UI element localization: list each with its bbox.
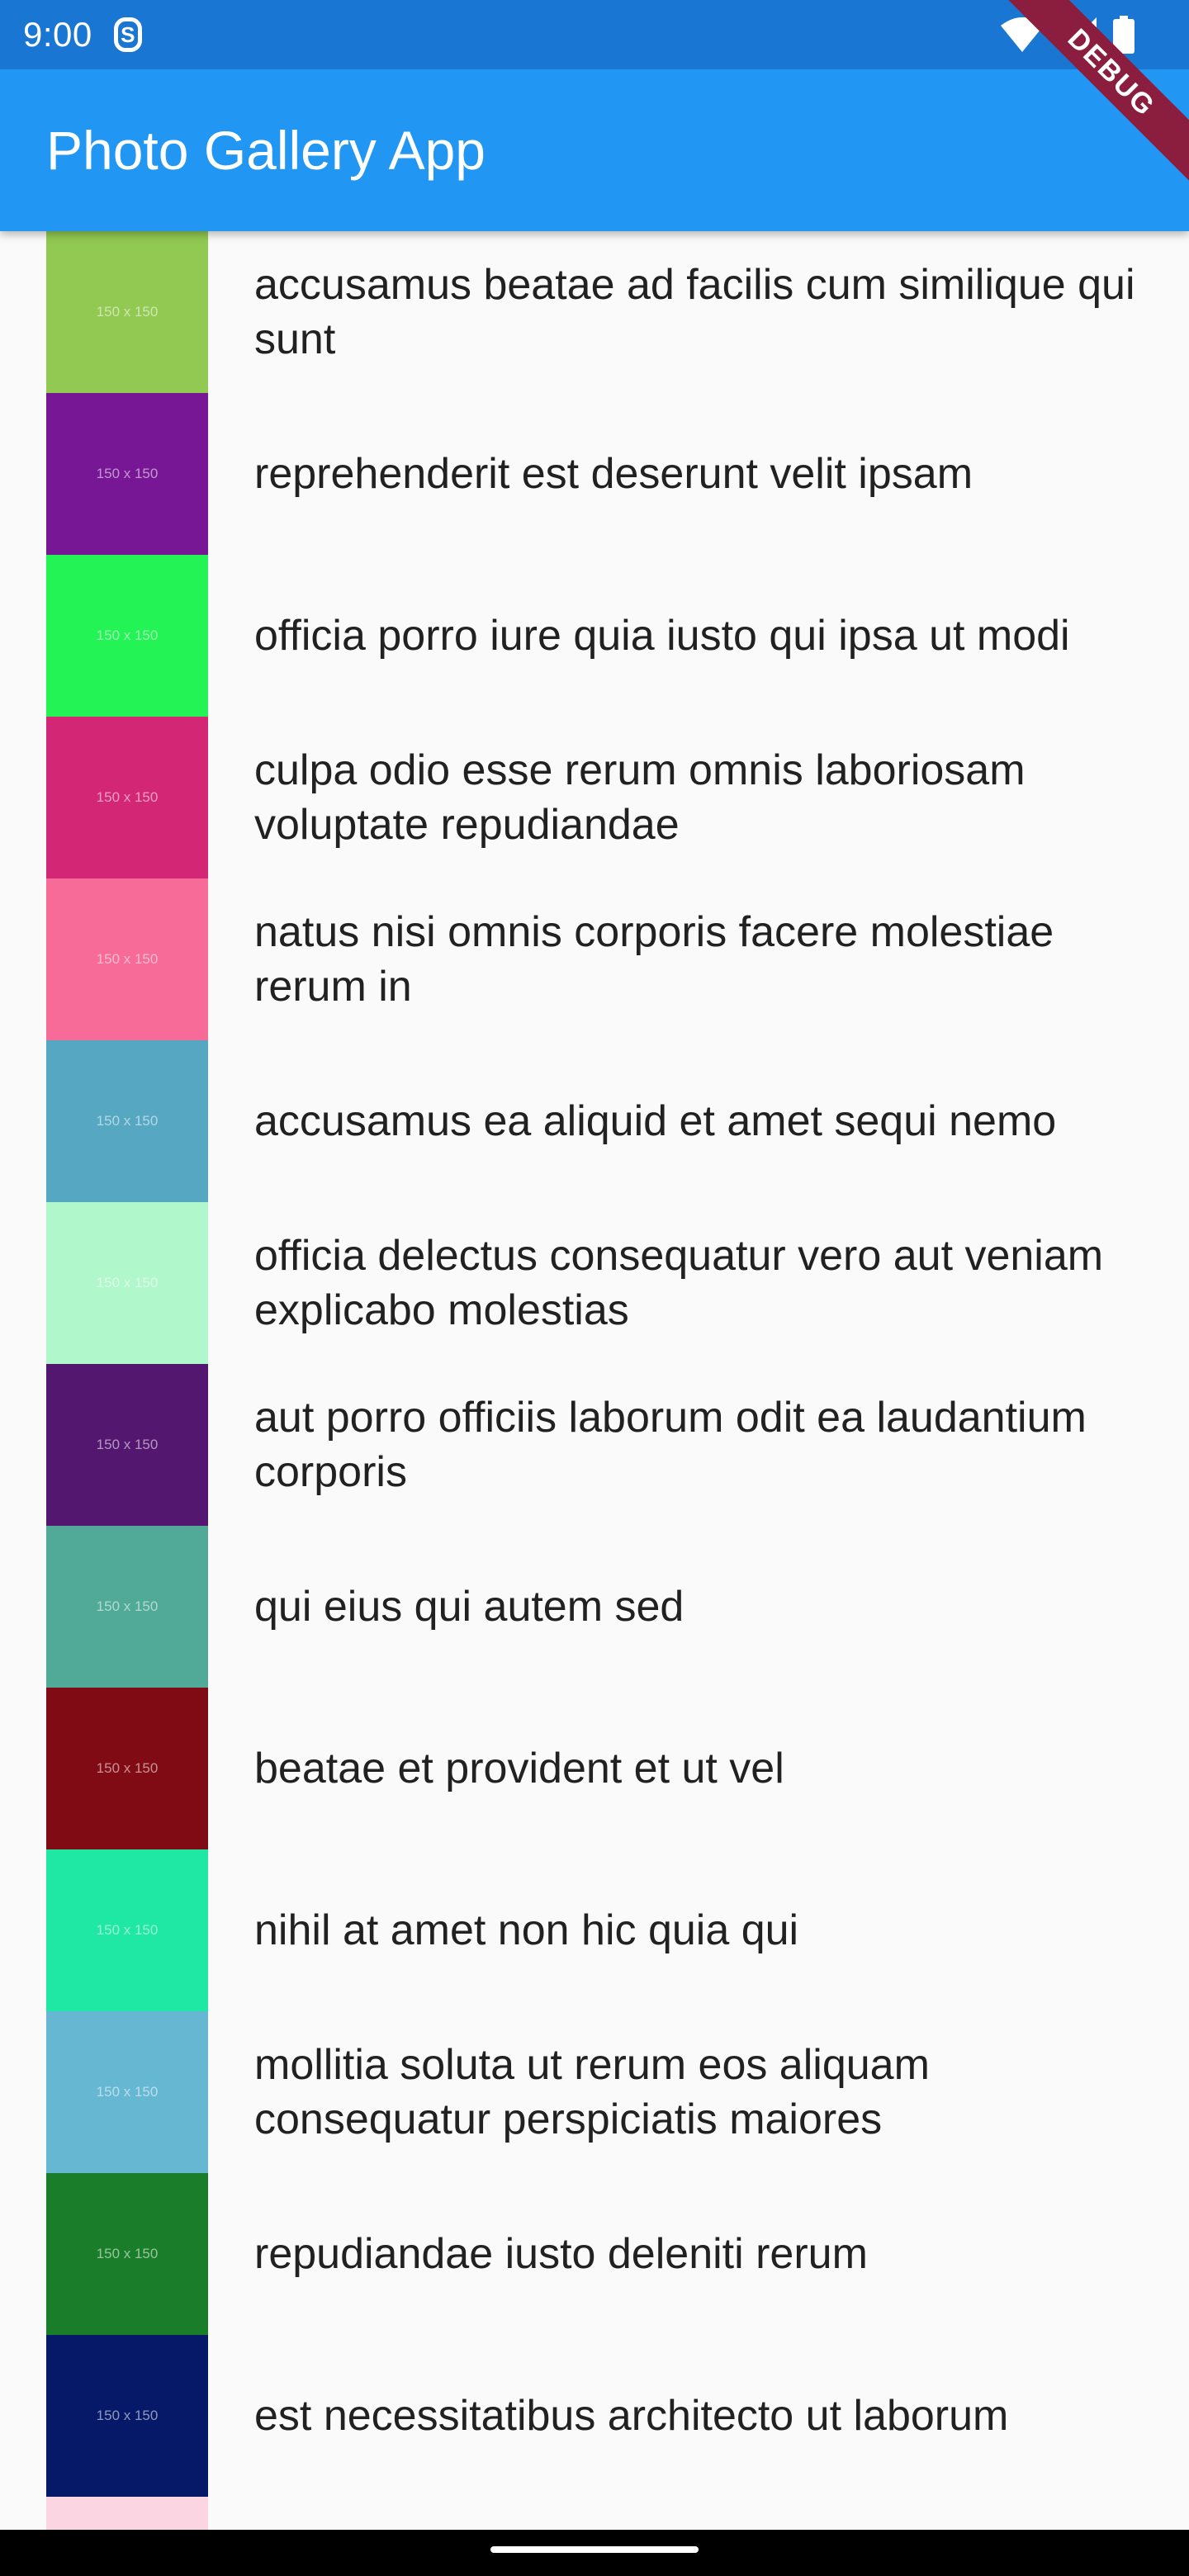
- photo-title: est necessitatibus architecto ut laborum: [254, 2392, 1009, 2440]
- list-item[interactable]: [0, 2497, 1189, 2530]
- photo-title: mollitia soluta ut rerum eos aliquam con…: [254, 2041, 930, 2143]
- photo-title: accusamus beatae ad facilis cum similiqu…: [254, 261, 1135, 363]
- photo-title: repudiandae iusto deleniti rerum: [254, 2230, 868, 2278]
- status-bar: 9:00 S: [0, 0, 1189, 69]
- photo-title: natus nisi omnis corporis facere molesti…: [254, 908, 1054, 1011]
- list-item[interactable]: 150 x 150 accusamus beatae ad facilis cum…: [0, 231, 1189, 393]
- photo-thumbnail: 150 x 150: [46, 231, 208, 393]
- photo-thumbnail: 150 x 150: [46, 393, 208, 555]
- photo-title: qui eius qui autem sed: [254, 1583, 685, 1631]
- list-item[interactable]: 150 x 150 aut porro officiis laborum odit…: [0, 1364, 1189, 1526]
- photo-thumbnail: 150 x 150: [46, 1688, 208, 1849]
- photo-thumbnail: 150 x 150: [46, 555, 208, 717]
- photo-list[interactable]: 150 x 150 accusamus beatae ad facilis cum…: [0, 231, 1189, 2530]
- app-bar: Photo Gallery App: [0, 69, 1189, 231]
- status-time: 9:00: [23, 15, 92, 54]
- list-item[interactable]: 150 x 150 beatae et provident et ut vel: [0, 1688, 1189, 1849]
- photo-thumbnail: 150 x 150: [46, 2011, 208, 2173]
- list-item[interactable]: 150 x 150 nihil at amet non hic quia qui: [0, 1849, 1189, 2011]
- photo-thumbnail: 150 x 150: [46, 1849, 208, 2011]
- list-item[interactable]: 150 x 150 mollitia soluta ut rerum eos al…: [0, 2011, 1189, 2173]
- photo-thumbnail: 150 x 150: [46, 2173, 208, 2335]
- list-item[interactable]: 150 x 150 officia porro iure quia iusto q…: [0, 555, 1189, 717]
- photo-thumbnail: 150 x 150: [46, 1040, 208, 1202]
- list-item[interactable]: 150 x 150 natus nisi omnis corporis facer…: [0, 878, 1189, 1040]
- photo-title: accusamus ea aliquid et amet sequi nemo: [254, 1097, 1057, 1145]
- photo-thumbnail: 150 x 150: [46, 1364, 208, 1526]
- photo-thumbnail: 150 x 150: [46, 2335, 208, 2497]
- list-item[interactable]: 150 x 150 est necessitatibus architecto u…: [0, 2335, 1189, 2497]
- list-item[interactable]: 150 x 150 repudiandae iusto deleniti reru…: [0, 2173, 1189, 2335]
- photo-title: aut porro officiis laborum odit ea lauda…: [254, 1394, 1087, 1496]
- photo-title: officia delectus consequatur vero aut ve…: [254, 1232, 1104, 1334]
- s-icon: S: [113, 17, 142, 52]
- list-item[interactable]: 150 x 150 reprehenderit est deserunt veli…: [0, 393, 1189, 555]
- navigation-bar: [0, 2530, 1189, 2576]
- photo-thumbnail: 150 x 150: [46, 878, 208, 1040]
- app-title: Photo Gallery App: [46, 120, 486, 181]
- photo-thumbnail: 150 x 150: [46, 1526, 208, 1688]
- photo-thumbnail: 150 x 150: [46, 1202, 208, 1364]
- list-item[interactable]: 150 x 150 culpa odio esse rerum omnis lab…: [0, 717, 1189, 878]
- photo-thumbnail: [46, 2497, 208, 2530]
- photo-title: reprehenderit est deserunt velit ipsam: [254, 450, 973, 498]
- list-item[interactable]: 150 x 150 officia delectus consequatur ve…: [0, 1202, 1189, 1364]
- photo-title: nihil at amet non hic quia qui: [254, 1906, 799, 1954]
- list-item[interactable]: 150 x 150 accusamus ea aliquid et amet se…: [0, 1040, 1189, 1202]
- photo-title: beatae et provident et ut vel: [254, 1745, 784, 1792]
- home-indicator[interactable]: [490, 2546, 699, 2553]
- photo-title: culpa odio esse rerum omnis laboriosam v…: [254, 746, 1026, 849]
- list-item[interactable]: 150 x 150 qui eius qui autem sed: [0, 1526, 1189, 1688]
- photo-title: officia porro iure quia iusto qui ipsa u…: [254, 612, 1070, 660]
- photo-thumbnail: 150 x 150: [46, 717, 208, 878]
